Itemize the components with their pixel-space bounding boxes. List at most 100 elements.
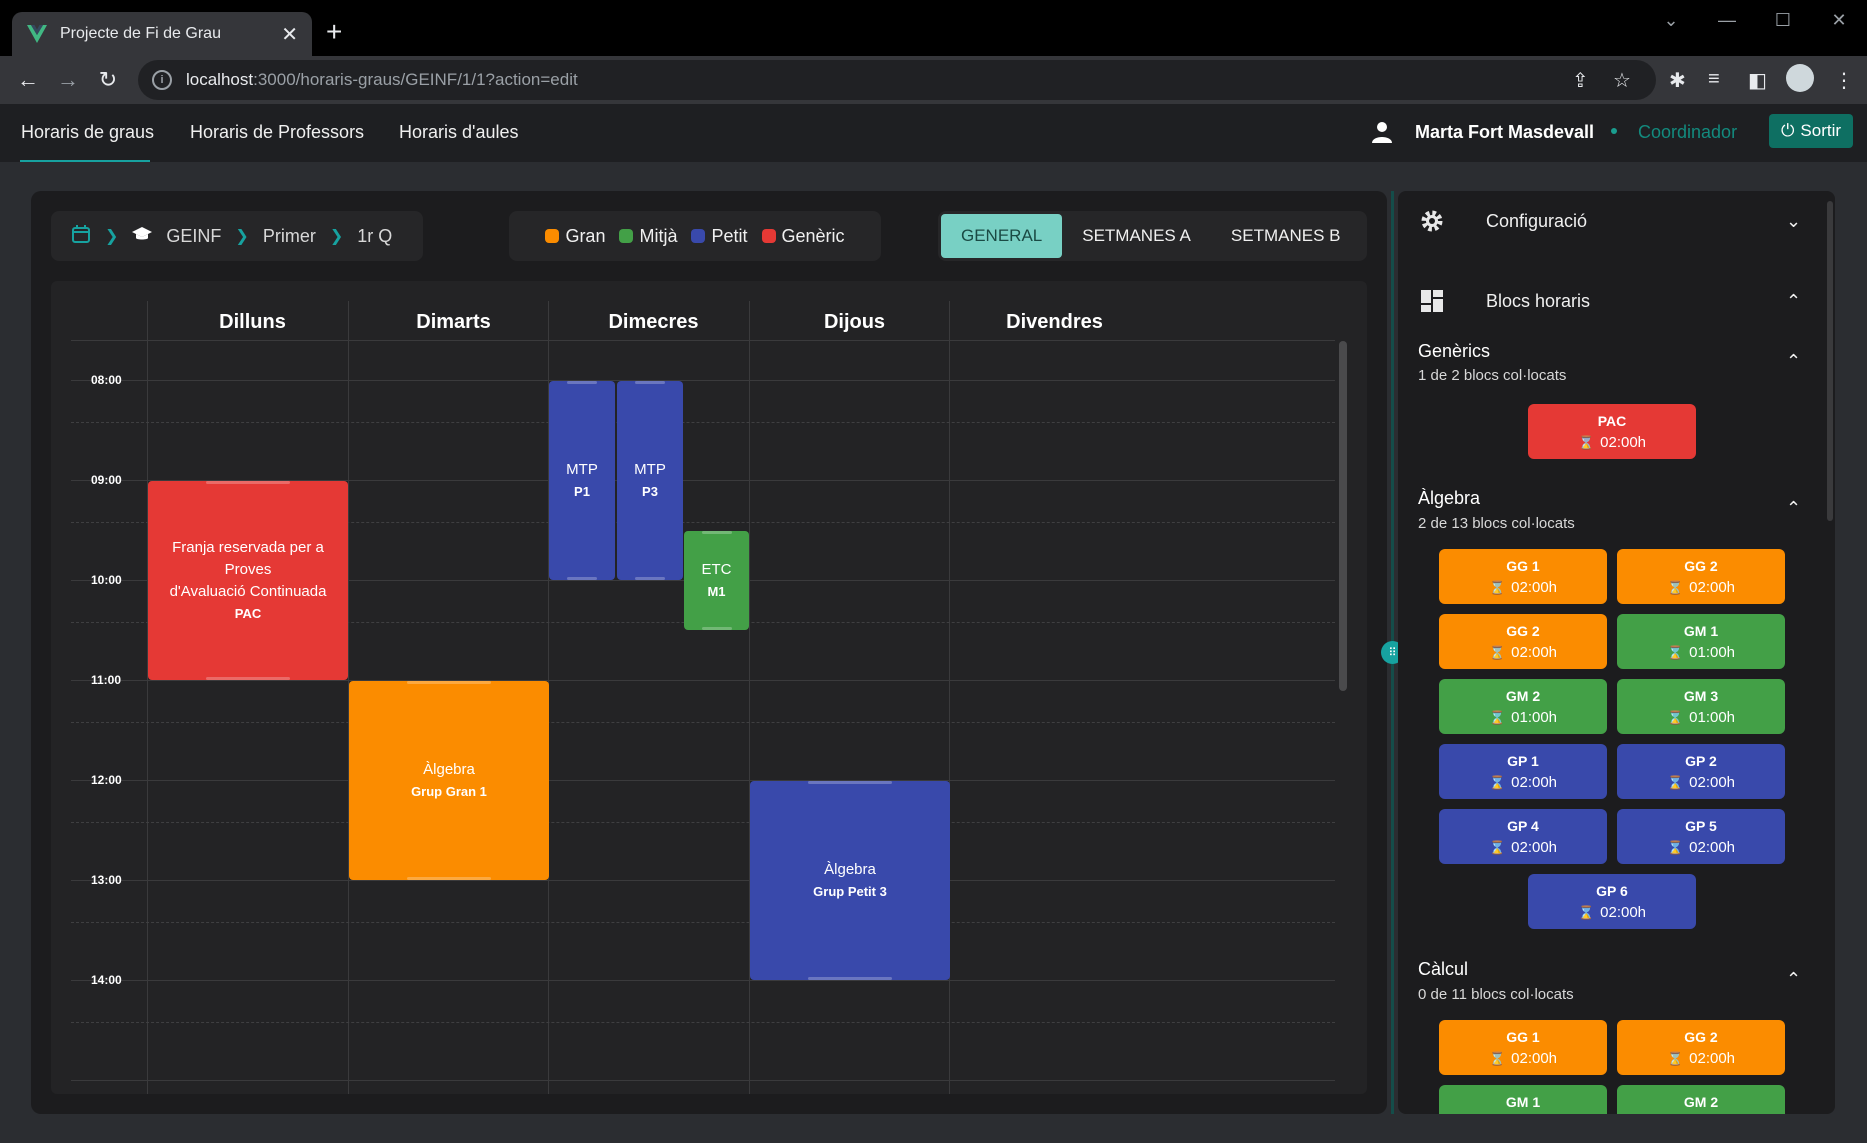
share-icon[interactable]: ⇪ bbox=[1572, 68, 1589, 93]
close-tab-icon[interactable]: ✕ bbox=[281, 22, 298, 47]
resize-handle[interactable] bbox=[701, 627, 732, 630]
tab-setmanes-b[interactable]: SETMANES B bbox=[1211, 214, 1361, 258]
block-chip[interactable]: GM 1 bbox=[1439, 1085, 1607, 1114]
tab-setmanes-a[interactable]: SETMANES A bbox=[1062, 214, 1211, 258]
chevron-up-icon[interactable]: ⌃ bbox=[1786, 351, 1801, 372]
window-close-icon[interactable]: ✕ bbox=[1811, 0, 1867, 40]
maximize-icon[interactable]: ☐ bbox=[1755, 0, 1811, 40]
resize-handle[interactable] bbox=[808, 977, 892, 980]
hourglass-icon: ⌛ bbox=[1577, 904, 1595, 920]
breadcrumb-course[interactable]: Primer bbox=[263, 226, 316, 247]
profile-avatar[interactable] bbox=[1786, 64, 1814, 92]
chip-name: GM 1 bbox=[1505, 1094, 1541, 1110]
extensions-icon[interactable]: ✱ bbox=[1669, 68, 1686, 93]
block-chip[interactable]: GP 4 ⌛ 02:00h bbox=[1439, 809, 1607, 864]
chip-name: GG 2 bbox=[1506, 622, 1540, 639]
block-chip[interactable]: GG 1 ⌛ 02:00h bbox=[1439, 1020, 1607, 1075]
browser-menu-icon[interactable]: ⋮ bbox=[1834, 68, 1854, 93]
resize-handle[interactable] bbox=[635, 381, 665, 384]
event-title: Franja reservada per a Proves bbox=[172, 538, 324, 578]
resize-handle[interactable] bbox=[635, 577, 665, 580]
chip-name: GP 6 bbox=[1596, 882, 1628, 899]
block-chip[interactable]: GG 1 ⌛ 02:00h bbox=[1439, 549, 1607, 604]
chevron-down-icon: ⌄ bbox=[1786, 210, 1802, 231]
resize-handle[interactable] bbox=[808, 781, 892, 784]
tab-horaris-professors[interactable]: Horaris de Professors bbox=[190, 122, 364, 143]
breadcrumb-quarter[interactable]: 1r Q bbox=[357, 226, 392, 247]
hourglass-icon: ⌛ bbox=[1666, 644, 1684, 660]
forward-icon[interactable]: → bbox=[54, 66, 82, 94]
tab-horaris-graus[interactable]: Horaris de graus bbox=[21, 122, 154, 143]
bookmark-star-icon[interactable]: ☆ bbox=[1613, 68, 1631, 93]
side-panel-scrollbar[interactable] bbox=[1827, 201, 1833, 521]
graduation-cap-icon bbox=[132, 226, 153, 247]
resize-handle[interactable] bbox=[567, 577, 597, 580]
resize-handle[interactable] bbox=[407, 877, 491, 880]
new-tab-icon[interactable]: + bbox=[326, 18, 342, 46]
block-chip[interactable]: GM 1 ⌛ 01:00h bbox=[1617, 614, 1785, 669]
calendar-scrollbar[interactable] bbox=[1339, 341, 1347, 691]
event-mtp-p1[interactable]: MTP P1 bbox=[549, 381, 615, 580]
block-chip[interactable]: GM 2 bbox=[1617, 1085, 1785, 1114]
event-title: ETC bbox=[701, 560, 732, 578]
time-label: 13:00 bbox=[91, 873, 122, 887]
event-etc-m1[interactable]: ETC M1 bbox=[684, 531, 749, 630]
tab-horaris-aules[interactable]: Horaris d'aules bbox=[399, 122, 519, 143]
breadcrumb-degree[interactable]: GEINF bbox=[166, 226, 221, 247]
site-info-icon[interactable]: i bbox=[152, 70, 172, 90]
block-chip[interactable]: GP 6 ⌛ 02:00h bbox=[1528, 874, 1696, 929]
address-bar[interactable]: i localhost:3000/horaris-graus/GEINF/1/1… bbox=[138, 60, 1656, 100]
tab-general[interactable]: GENERAL bbox=[941, 214, 1063, 258]
chip-duration: 01:00h bbox=[1689, 708, 1736, 726]
resize-handle[interactable] bbox=[407, 681, 491, 684]
chip-name: GG 1 bbox=[1506, 1028, 1540, 1045]
logout-button[interactable]: ⏻ Sortir bbox=[1769, 114, 1853, 148]
block-chip[interactable]: GG 2 ⌛ 02:00h bbox=[1617, 1020, 1785, 1075]
event-mtp-p3[interactable]: MTP P3 bbox=[617, 381, 683, 580]
event-group: P1 bbox=[574, 483, 590, 499]
block-chip[interactable]: GP 1 ⌛ 02:00h bbox=[1439, 744, 1607, 799]
chevron-up-icon: ⌃ bbox=[1786, 290, 1802, 311]
section-configuracio[interactable]: Configuració ⌄ bbox=[1398, 191, 1835, 251]
group-size-legend: Gran Mitjà Petit Genèric bbox=[509, 211, 881, 261]
chevron-right-icon: ❯ bbox=[235, 228, 249, 245]
grid-line bbox=[71, 680, 1335, 681]
time-label: 12:00 bbox=[91, 773, 122, 787]
chevron-up-icon[interactable]: ⌃ bbox=[1786, 969, 1801, 990]
block-chip[interactable]: GP 5 ⌛ 02:00h bbox=[1617, 809, 1785, 864]
reload-icon[interactable]: ↻ bbox=[94, 66, 122, 94]
section-blocs-horaris[interactable]: Blocs horaris ⌃ bbox=[1398, 271, 1835, 331]
browser-toolbar: ← → ↻ i localhost:3000/horaris-graus/GEI… bbox=[0, 56, 1867, 104]
media-icon[interactable]: ≡ bbox=[1708, 68, 1720, 91]
hourglass-icon: ⌛ bbox=[1488, 839, 1506, 855]
block-chip[interactable]: GG 2 ⌛ 02:00h bbox=[1617, 549, 1785, 604]
browser-tab[interactable]: Projecte de Fi de Grau ✕ bbox=[12, 12, 312, 56]
block-chip[interactable]: PAC ⌛ 02:00h bbox=[1528, 404, 1696, 459]
back-icon[interactable]: ← bbox=[14, 66, 42, 94]
resize-handle[interactable] bbox=[206, 677, 290, 680]
block-chip[interactable]: GM 2 ⌛ 01:00h bbox=[1439, 679, 1607, 734]
hourglass-icon: ⌛ bbox=[1666, 1050, 1684, 1066]
minimize-icon[interactable]: — bbox=[1699, 0, 1755, 40]
block-chip[interactable]: GM 3 ⌛ 01:00h bbox=[1617, 679, 1785, 734]
chip-duration: 02:00h bbox=[1600, 433, 1647, 451]
browser-tabstrip: Projecte de Fi de Grau ✕ + ⌄ — ☐ ✕ bbox=[0, 0, 1867, 56]
event-pac-block[interactable]: Franja reservada per a Proves d'Avaluaci… bbox=[148, 481, 348, 680]
grid-line bbox=[71, 380, 1335, 381]
event-algebra-gg1[interactable]: Àlgebra Grup Gran 1 bbox=[349, 681, 549, 880]
chip-name: GP 1 bbox=[1507, 752, 1539, 769]
event-title: Àlgebra bbox=[824, 860, 876, 878]
time-label: 14:00 bbox=[91, 973, 122, 987]
calendar-icon[interactable] bbox=[71, 224, 91, 249]
resize-handle[interactable] bbox=[206, 481, 290, 484]
tab-search-icon[interactable]: ⌄ bbox=[1643, 0, 1699, 40]
resize-handle[interactable] bbox=[567, 381, 597, 384]
user-name: Marta Fort Masdevall bbox=[1415, 122, 1595, 142]
side-panel-icon[interactable]: ◧ bbox=[1748, 68, 1767, 93]
chip-name: GM 2 bbox=[1505, 687, 1541, 704]
block-chip[interactable]: GG 2 ⌛ 02:00h bbox=[1439, 614, 1607, 669]
block-chip[interactable]: GP 2 ⌛ 02:00h bbox=[1617, 744, 1785, 799]
chevron-up-icon[interactable]: ⌃ bbox=[1786, 498, 1801, 519]
resize-handle[interactable] bbox=[701, 531, 732, 534]
event-algebra-gp3[interactable]: Àlgebra Grup Petit 3 bbox=[750, 781, 950, 980]
